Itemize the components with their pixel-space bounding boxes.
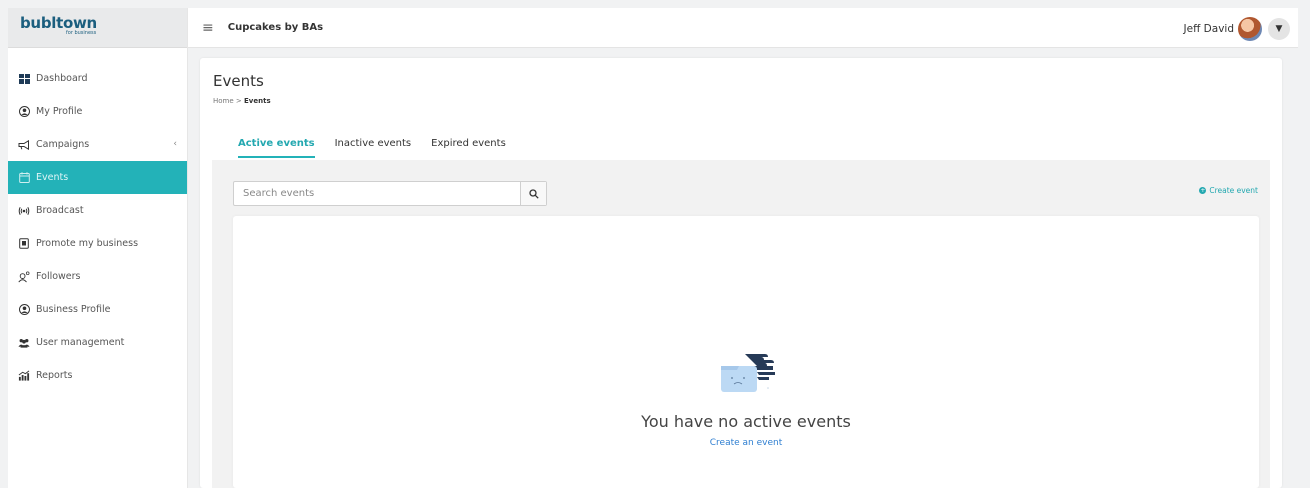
create-an-event-link[interactable]: Create an event <box>233 438 1259 448</box>
search-input[interactable] <box>234 182 520 205</box>
users-icon <box>18 337 30 349</box>
search-icon <box>528 188 539 199</box>
search-button[interactable] <box>520 182 546 205</box>
sidebar-item-label: Promote my business <box>36 238 139 249</box>
breadcrumb-separator: > <box>235 97 242 105</box>
sidebar-item-label: Business Profile <box>36 304 111 315</box>
logo: bubltown <box>20 14 97 32</box>
main-panel: Events Home > Events Active events Inact… <box>200 58 1282 488</box>
breadcrumb-current: Events <box>244 97 271 105</box>
logo-area[interactable]: bubltown for business <box>8 8 187 48</box>
breadcrumb: Home > Events <box>213 97 271 105</box>
sidebar-item-label: Broadcast <box>36 205 84 216</box>
tab-expired-events[interactable]: Expired events <box>431 138 506 158</box>
business-profile-icon <box>18 304 30 316</box>
broadcast-icon <box>18 205 30 217</box>
sidebar-item-business-profile[interactable]: Business Profile <box>8 293 187 326</box>
event-tabs: Active events Inactive events Expired ev… <box>238 138 526 158</box>
sidebar-item-followers[interactable]: Followers <box>8 260 187 293</box>
chevron-left-icon[interactable]: ‹ <box>173 139 177 149</box>
avatar[interactable] <box>1238 17 1262 41</box>
reports-icon <box>18 370 30 382</box>
sidebar-item-dashboard[interactable]: Dashboard <box>8 62 187 95</box>
create-event-link[interactable]: + Create event <box>1199 186 1258 195</box>
top-bar: ≡ Cupcakes by BAs Jeff David ▼ <box>188 8 1298 48</box>
hamburger-menu-icon[interactable]: ≡ <box>202 20 214 36</box>
caret-down-icon: ▼ <box>1275 24 1283 34</box>
empty-state-title: You have no active events <box>641 412 851 431</box>
events-content: + Create event You have no active events… <box>212 160 1270 488</box>
tab-inactive-events[interactable]: Inactive events <box>335 138 412 158</box>
sidebar-item-label: User management <box>36 337 125 348</box>
sidebar-item-promote[interactable]: Promote my business <box>8 227 187 260</box>
logo-subtitle: for business <box>66 30 97 36</box>
empty-box-illustration <box>721 354 775 392</box>
calendar-icon <box>18 172 30 184</box>
sidebar-item-reports[interactable]: Reports <box>8 359 187 392</box>
sidebar-nav: Dashboard My Profile Campaigns ‹ Events <box>8 48 187 392</box>
sidebar-item-events[interactable]: Events <box>8 161 187 194</box>
sidebar-item-label: Campaigns <box>36 139 90 150</box>
followers-icon <box>18 271 30 283</box>
sidebar-item-campaigns[interactable]: Campaigns ‹ <box>8 128 187 161</box>
promote-icon <box>18 238 30 250</box>
sidebar-item-user-management[interactable]: User management <box>8 326 187 359</box>
sidebar: bubltown for business Dashboard My Profi… <box>8 8 188 488</box>
user-menu-button[interactable]: ▼ <box>1268 18 1290 40</box>
megaphone-icon <box>18 139 30 151</box>
tab-active-events[interactable]: Active events <box>238 138 315 158</box>
business-name: Cupcakes by BAs <box>227 22 324 33</box>
sidebar-item-label: My Profile <box>36 106 83 117</box>
dashboard-icon <box>18 73 30 85</box>
empty-state-card: You have no active events Create an even… <box>233 216 1259 488</box>
profile-icon <box>18 106 30 118</box>
sidebar-item-label: Reports <box>36 370 73 381</box>
sidebar-item-label: Events <box>36 172 69 183</box>
sidebar-item-label: Dashboard <box>36 73 88 84</box>
user-name[interactable]: Jeff David <box>1184 23 1234 35</box>
sidebar-item-my-profile[interactable]: My Profile <box>8 95 187 128</box>
breadcrumb-home[interactable]: Home <box>213 97 234 105</box>
page-title: Events <box>213 72 264 90</box>
sidebar-item-label: Followers <box>36 271 81 282</box>
plus-circle-icon: + <box>1199 187 1207 194</box>
search-box <box>233 181 547 206</box>
create-event-label: Create event <box>1209 186 1258 195</box>
sidebar-item-broadcast[interactable]: Broadcast <box>8 194 187 227</box>
